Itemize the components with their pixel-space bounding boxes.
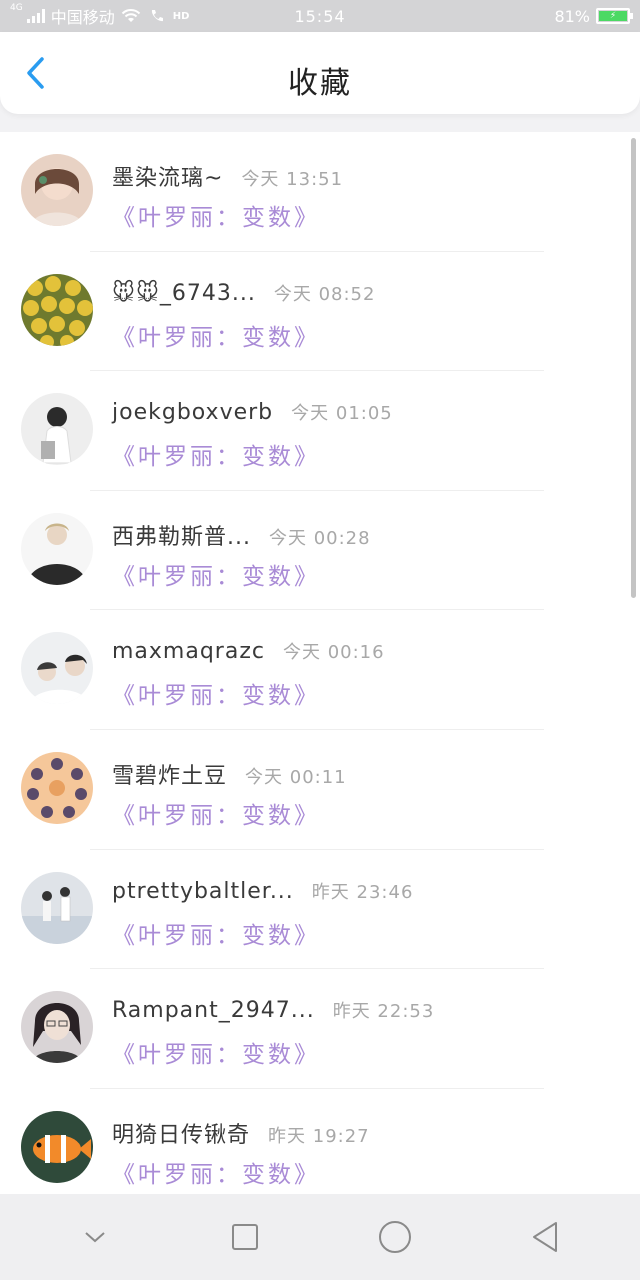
favorites-list: 墨染流璃~ 今天 13:51 《叶罗丽：变数》 🐭🐭_6743... 今天 08… (0, 132, 640, 1194)
username[interactable]: joekgboxverb (112, 400, 273, 425)
avatar[interactable] (21, 273, 93, 346)
list-item[interactable]: ptrettybaltler... 昨天 23:46 《叶罗丽：变数》 (0, 850, 640, 970)
nav-hide-button[interactable] (65, 1207, 125, 1267)
battery-icon: ⚡ (596, 8, 633, 24)
username[interactable]: ptrettybaltler... (112, 879, 294, 904)
avatar[interactable] (21, 751, 93, 824)
name-line: 雪碧炸土豆 今天 00:11 (112, 758, 347, 790)
timestamp: 昨天 23:46 (311, 881, 414, 903)
timestamp: 今天 00:16 (282, 642, 385, 664)
battery-fill: ⚡ (599, 11, 627, 21)
clock: 15:54 (294, 6, 346, 26)
nav-back-button[interactable] (515, 1207, 575, 1267)
name-line: ptrettybaltler... 昨天 23:46 (112, 878, 413, 910)
timestamp: 今天 01:05 (291, 403, 393, 425)
list-item[interactable]: 明猗日传锹奇 昨天 19:27 《叶罗丽：变数》 (0, 1089, 640, 1194)
page-title: 收藏 (288, 66, 352, 101)
story-link[interactable]: 《叶罗丽：变数》 (112, 1035, 320, 1069)
list-item[interactable]: joekgboxverb 今天 01:05 《叶罗丽：变数》 (0, 371, 640, 491)
list-item[interactable]: Rampant_2947... 昨天 22:53 《叶罗丽：变数》 (0, 969, 640, 1089)
story-link[interactable]: 《叶罗丽：变数》 (112, 796, 320, 830)
avatar[interactable] (21, 154, 93, 226)
timestamp: 今天 00:11 (245, 766, 347, 788)
story-link[interactable]: 《叶罗丽：变数》 (112, 1155, 320, 1189)
nav-home-button[interactable] (365, 1207, 425, 1267)
name-line: Rampant_2947... 昨天 22:53 (112, 997, 434, 1029)
phone-call-icon (151, 10, 163, 22)
story-link[interactable]: 《叶罗丽：变数》 (112, 916, 320, 950)
timestamp: 今天 00:28 (268, 527, 371, 549)
timestamp: 今天 08:52 (273, 283, 376, 305)
triangle-back-icon (533, 1222, 557, 1252)
name-line: 墨染流璃~ 今天 13:51 (112, 160, 343, 192)
avatar[interactable] (21, 871, 93, 944)
avatar[interactable] (21, 512, 93, 585)
name-line: 西弗勒斯普... 今天 00:28 (112, 519, 371, 551)
username[interactable]: 明猗日传锹奇 (112, 1117, 250, 1149)
name-line: joekgboxverb 今天 01:05 (112, 399, 393, 431)
circle-icon (379, 1221, 411, 1253)
navigation-bar (0, 1194, 640, 1280)
username[interactable]: Rampant_2947... (112, 998, 315, 1023)
story-link[interactable]: 《叶罗丽：变数》 (112, 437, 320, 471)
header: 收藏 (0, 32, 640, 114)
username[interactable]: 🐭🐭_6743... (112, 281, 256, 306)
status-bar: 4G 中国移动 HD 15:54 81% ⚡ (0, 0, 640, 32)
network-type: 4G (10, 3, 23, 13)
status-right: 81% ⚡ (554, 6, 633, 26)
signal-icon (26, 9, 45, 23)
username[interactable]: 墨染流璃~ (112, 160, 223, 192)
list-item[interactable]: 西弗勒斯普... 今天 00:28 《叶罗丽：变数》 (0, 491, 640, 611)
battery-percent: 81% (554, 6, 590, 26)
timestamp: 今天 13:51 (241, 169, 344, 190)
story-link[interactable]: 《叶罗丽：变数》 (112, 676, 320, 710)
avatar[interactable] (21, 991, 93, 1064)
avatar[interactable] (21, 393, 93, 466)
story-link[interactable]: 《叶罗丽：变数》 (112, 198, 320, 232)
list-item[interactable]: 墨染流璃~ 今天 13:51 《叶罗丽：变数》 (0, 132, 640, 252)
username[interactable]: maxmaqrazc (112, 639, 265, 664)
avatar[interactable] (21, 1110, 93, 1183)
timestamp: 昨天 19:27 (268, 1125, 370, 1147)
timestamp: 昨天 22:53 (332, 1001, 435, 1023)
avatar[interactable] (21, 632, 93, 705)
scrollbar[interactable] (631, 138, 636, 598)
username[interactable]: 西弗勒斯普... (112, 519, 251, 551)
story-link[interactable]: 《叶罗丽：变数》 (112, 557, 320, 591)
name-line: maxmaqrazc 今天 00:16 (112, 638, 385, 670)
list-item[interactable]: 🐭🐭_6743... 今天 08:52 《叶罗丽：变数》 (0, 252, 640, 372)
wifi-icon (121, 9, 140, 22)
square-icon (232, 1224, 258, 1250)
name-line: 明猗日传锹奇 昨天 19:27 (112, 1117, 370, 1149)
name-line: 🐭🐭_6743... 今天 08:52 (112, 280, 375, 312)
username[interactable]: 雪碧炸土豆 (112, 758, 227, 790)
list-item[interactable]: 雪碧炸土豆 今天 00:11 《叶罗丽：变数》 (0, 730, 640, 850)
story-link[interactable]: 《叶罗丽：变数》 (112, 318, 320, 352)
chevron-down-icon (85, 1232, 105, 1243)
nav-recents-button[interactable] (215, 1207, 275, 1267)
status-left: 4G 中国移动 HD (10, 4, 189, 28)
hd-indicator: HD (172, 10, 190, 22)
list-item[interactable]: maxmaqrazc 今天 00:16 《叶罗丽：变数》 (0, 610, 640, 730)
carrier-name: 中国移动 (50, 8, 115, 27)
